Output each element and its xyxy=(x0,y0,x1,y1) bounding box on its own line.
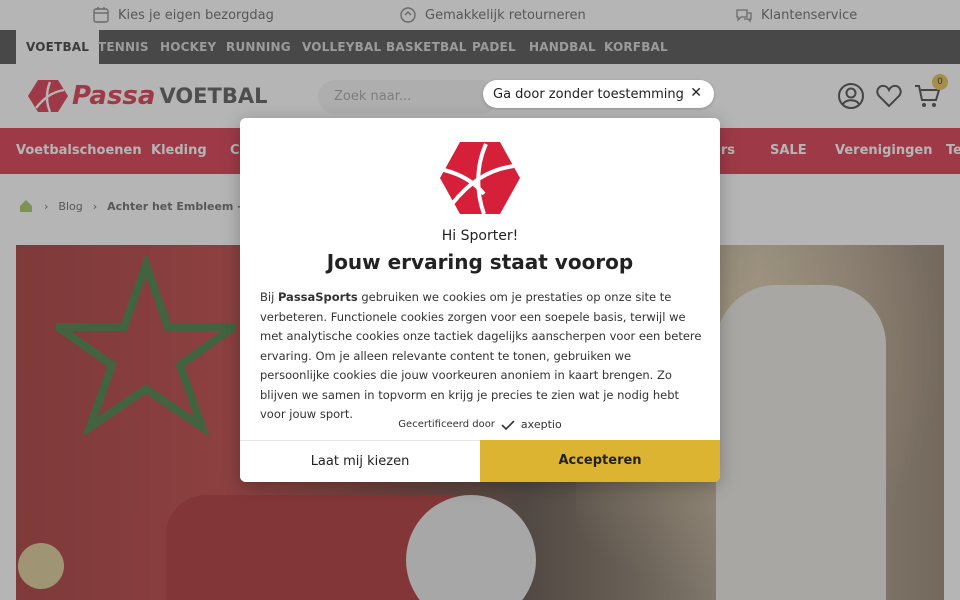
modal-greeting: Hi Sporter! xyxy=(441,228,519,244)
modal-body-text: Bij PassaSports gebruiken we cookies om … xyxy=(260,288,704,425)
close-icon: ✕ xyxy=(690,85,702,101)
body-prefix: Bij xyxy=(260,290,278,304)
skip-label: Ga door zonder toestemming xyxy=(493,86,684,102)
let-me-choose-button[interactable]: Laat mij kiezen xyxy=(240,440,480,482)
body-brand: PassaSports xyxy=(277,290,358,304)
axeptio-brand[interactable]: axeptio xyxy=(521,418,562,431)
continue-without-consent-button[interactable]: Ga door zonder toestemming ✕ xyxy=(483,80,714,108)
cookie-consent-modal: Hi Sporter! Jouw ervaring staat voorop B… xyxy=(240,118,720,482)
body-text: gebruiken we cookies om je prestaties op… xyxy=(260,290,702,421)
certified-label: Gecertificeerd door xyxy=(398,419,495,430)
certification-line: Gecertificeerd door axeptio xyxy=(240,418,720,431)
modal-title: Jouw ervaring staat voorop xyxy=(326,250,634,274)
axeptio-check-icon xyxy=(501,419,515,430)
passa-ball-logo-icon xyxy=(440,142,520,215)
accept-button[interactable]: Accepteren xyxy=(480,440,720,482)
